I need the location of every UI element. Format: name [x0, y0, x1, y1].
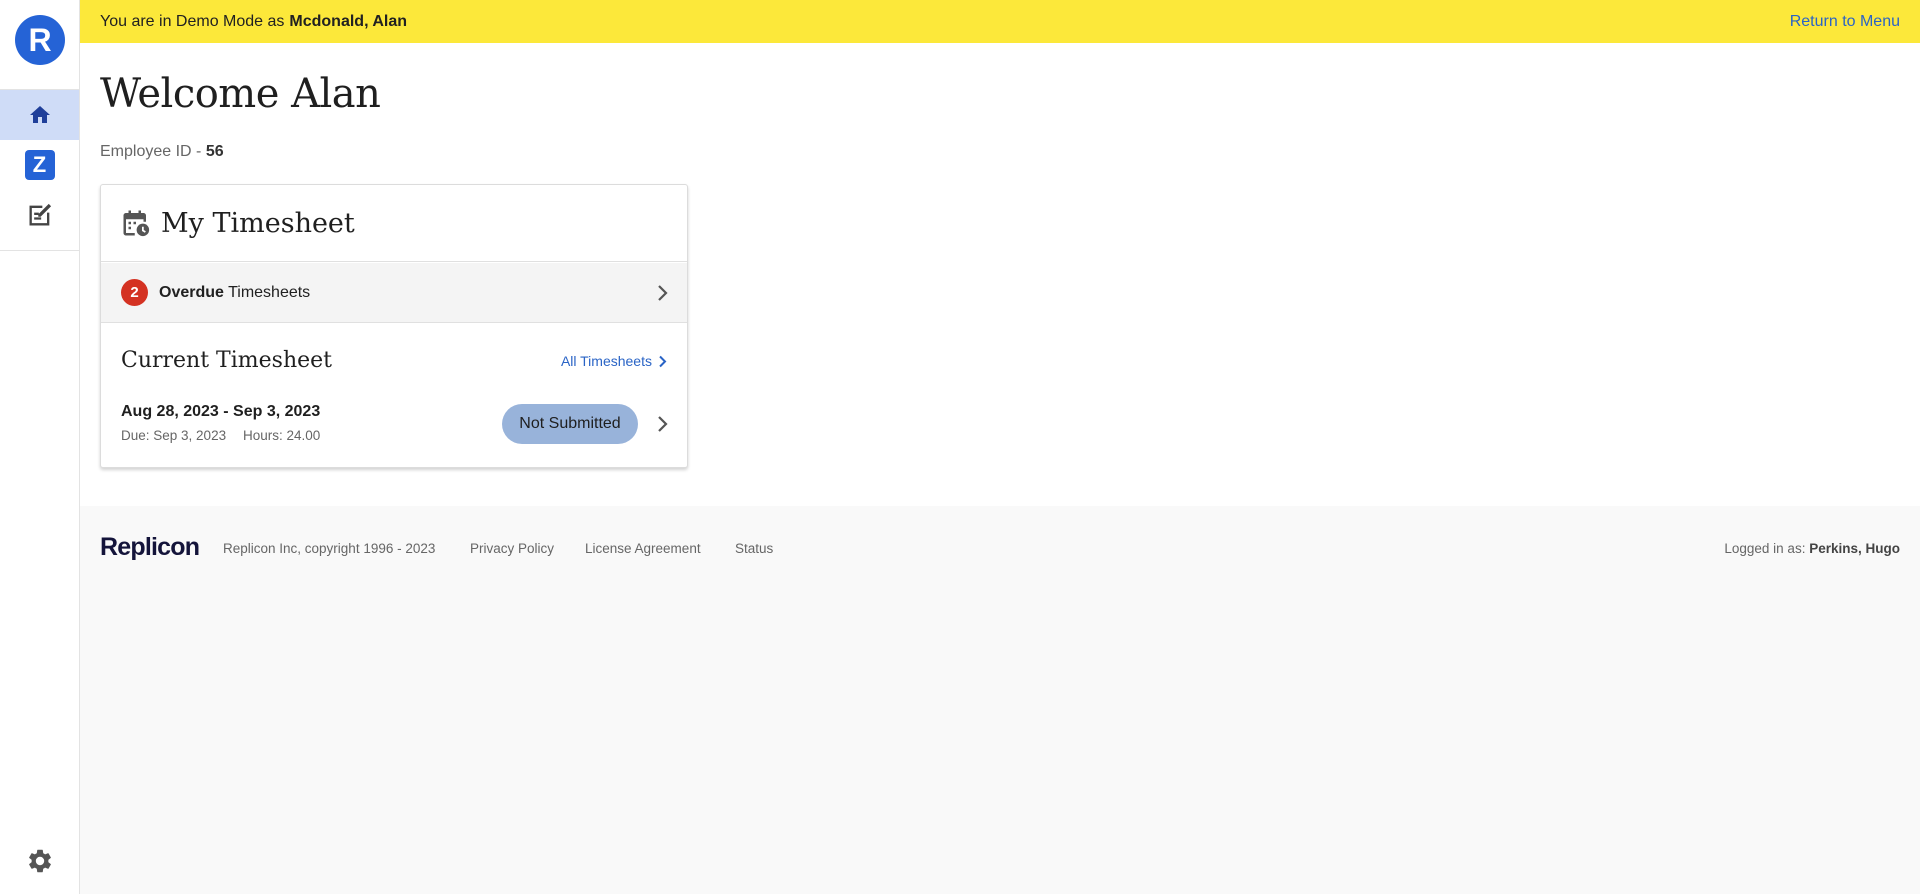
timesheet-hours: Hours: 24.00 — [243, 428, 321, 443]
sidebar-item-edit[interactable] — [0, 190, 79, 240]
all-timesheets-link[interactable]: All Timesheets — [561, 353, 667, 369]
z-app-icon: Z — [24, 150, 55, 180]
chevron-right-icon — [659, 355, 667, 367]
sidebar-item-z-app[interactable]: Z — [0, 140, 79, 190]
overdue-count-badge: 2 — [121, 279, 148, 306]
app-logo[interactable]: R — [15, 15, 65, 65]
logged-in-label: Logged in as: — [1724, 541, 1806, 556]
demo-user-name: Mcdonald, Alan — [289, 12, 408, 30]
chevron-right-icon[interactable] — [655, 415, 669, 433]
all-timesheets-label: All Timesheets — [560, 353, 652, 369]
overdue-label: Overdue Timesheets — [159, 284, 310, 302]
timesheet-period[interactable]: Aug 28, 2023 - Sep 3, 2023 — [121, 403, 320, 421]
sidebar-divider — [0, 250, 80, 251]
privacy-policy-link[interactable]: Privacy Policy — [470, 541, 554, 556]
sidebar: R Z — [0, 0, 80, 894]
page-title: Welcome Alan — [100, 71, 381, 117]
logged-in-user: Perkins, Hugo — [1809, 541, 1900, 556]
main-content: Welcome Alan Employee ID - 56 My Timeshe… — [80, 43, 1920, 506]
edit-note-icon — [29, 203, 51, 226]
sidebar-item-home[interactable] — [0, 90, 79, 140]
demo-mode-text: You are in Demo Mode as — [100, 12, 285, 30]
gear-icon — [29, 849, 51, 873]
overdue-bold: Overdue — [159, 283, 224, 301]
calendar-clock-icon — [123, 210, 150, 237]
status-link[interactable]: Status — [735, 541, 773, 556]
overdue-timesheets-row[interactable]: 2 Overdue Timesheets — [101, 263, 687, 323]
return-to-menu-link[interactable]: Return to Menu — [1790, 13, 1900, 31]
settings-button[interactable] — [25, 846, 55, 876]
employee-id-label: Employee ID - — [100, 143, 202, 160]
chevron-right-icon — [658, 284, 668, 301]
timesheet-card-title: My Timesheet — [161, 207, 355, 239]
demo-mode-banner: You are in Demo Mode as Mcdonald, Alan R… — [80, 0, 1920, 43]
employee-id: Employee ID - 56 — [100, 143, 224, 161]
status-badge: Not Submitted — [502, 404, 638, 444]
logged-in-as: Logged in as: Perkins, Hugo — [1724, 541, 1900, 556]
home-icon — [29, 106, 50, 123]
employee-id-value: 56 — [205, 143, 224, 160]
timesheet-card-header: My Timesheet — [101, 185, 687, 262]
timesheet-card: My Timesheet 2 Overdue Timesheets Curren… — [100, 184, 688, 468]
overdue-text: Timesheets — [228, 283, 311, 301]
replicon-logo: Replicon — [100, 533, 200, 561]
timesheet-due-date: Due: Sep 3, 2023 — [121, 428, 227, 443]
copyright-text: Replicon Inc, copyright 1996 - 2023 — [223, 541, 436, 556]
footer: Replicon Replicon Inc, copyright 1996 - … — [80, 506, 1920, 894]
current-timesheet-title: Current Timesheet — [121, 348, 332, 373]
license-agreement-link[interactable]: License Agreement — [585, 541, 701, 556]
